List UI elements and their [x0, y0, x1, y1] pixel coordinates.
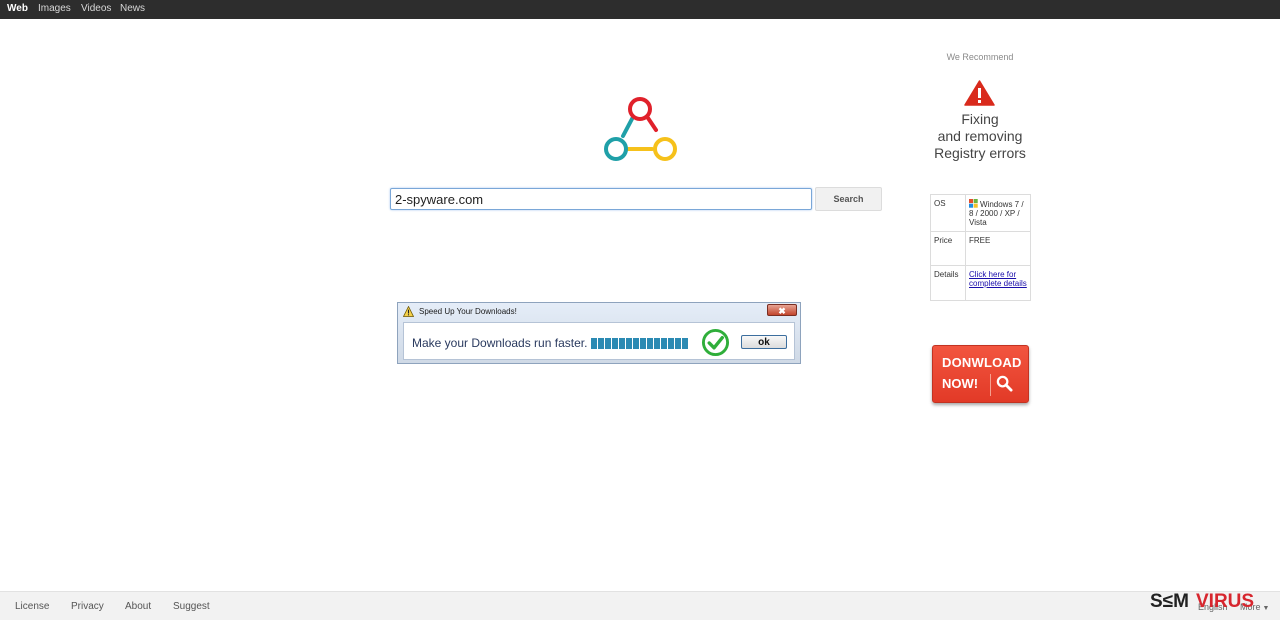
progress-segment: [640, 338, 646, 349]
recommend-line-3: Registry errors: [934, 145, 1026, 161]
download-label-line-2: NOW!: [942, 376, 979, 391]
ok-button[interactable]: ok: [741, 335, 787, 349]
os-value-cell: Windows 7 / 8 / 2000 / XP / Vista: [965, 194, 1031, 232]
price-value: FREE: [965, 231, 1031, 266]
download-divider: [990, 374, 991, 396]
progress-segment: [626, 338, 632, 349]
recommend-line-1: Fixing: [961, 111, 999, 127]
price-label: Price: [930, 231, 966, 266]
magnifier-icon: [996, 375, 1013, 392]
progress-segment: [654, 338, 660, 349]
recommend-line-2: and removing: [937, 128, 1023, 144]
product-info-table: OS Windows 7 / 8 / 2000 / XP / Vista Pri…: [930, 194, 1031, 301]
download-label-line-1: DONWLOAD: [942, 355, 1022, 370]
nav-web[interactable]: Web: [7, 3, 28, 14]
windows-logo-icon: [969, 199, 978, 208]
green-check-icon: [701, 328, 730, 357]
ad-title: Speed Up Your Downloads!: [419, 307, 517, 316]
search-input[interactable]: [390, 188, 812, 210]
warning-triangle-icon: [964, 80, 995, 106]
recommend-heading: We Recommend: [946, 52, 1014, 62]
progress-segment: [668, 338, 674, 349]
nav-videos[interactable]: Videos: [81, 3, 111, 14]
nav-news[interactable]: News: [120, 3, 145, 14]
progress-segment: [633, 338, 639, 349]
footer-suggest-link[interactable]: Suggest: [173, 601, 210, 612]
watermark-logo: S≤M VIRUS: [1150, 591, 1254, 612]
search-engine-logo-icon: [604, 97, 677, 161]
footer-license-link[interactable]: License: [15, 601, 49, 612]
footer-about-link[interactable]: About: [125, 601, 151, 612]
download-progress-bar: [591, 338, 688, 349]
watermark-text-part-1: S≤M: [1150, 591, 1189, 612]
ad-content: Make your Downloads run faster. ok: [403, 322, 795, 360]
ad-titlebar: Speed Up Your Downloads! ✖: [398, 303, 800, 321]
details-link[interactable]: Click here for complete details: [969, 270, 1027, 288]
progress-segment: [647, 338, 653, 349]
nav-images[interactable]: Images: [38, 3, 71, 14]
os-label: OS: [930, 194, 966, 232]
download-now-button[interactable]: DONWLOAD NOW!: [932, 345, 1029, 403]
progress-segment: [605, 338, 611, 349]
details-label: Details: [930, 265, 966, 301]
speed-up-downloads-ad[interactable]: Speed Up Your Downloads! ✖ Make your Dow…: [397, 302, 801, 364]
details-cell: Click here for complete details: [965, 265, 1031, 301]
progress-segment: [675, 338, 681, 349]
watermark-text-part-2: VIRUS: [1196, 591, 1254, 612]
warning-icon: [403, 306, 414, 317]
progress-segment: [598, 338, 604, 349]
footer-bar: License Privacy About Suggest English Mo…: [0, 591, 1280, 620]
footer-privacy-link[interactable]: Privacy: [71, 601, 104, 612]
top-nav-bar: Web Images Videos News: [0, 0, 1280, 19]
progress-segment: [591, 338, 597, 349]
progress-segment: [682, 338, 688, 349]
progress-segment: [619, 338, 625, 349]
close-icon[interactable]: ✖: [767, 304, 797, 316]
progress-segment: [661, 338, 667, 349]
ad-message: Make your Downloads run faster.: [412, 336, 588, 350]
search-button[interactable]: Search: [815, 187, 882, 211]
progress-segment: [612, 338, 618, 349]
